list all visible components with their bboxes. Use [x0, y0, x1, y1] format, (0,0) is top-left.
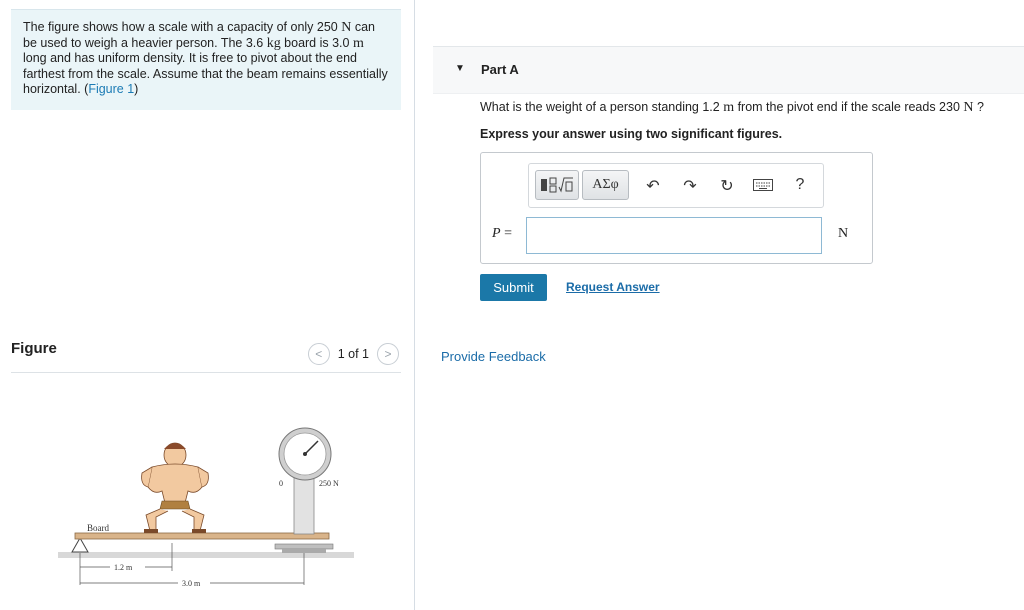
help-button[interactable]: ? — [790, 176, 810, 194]
chevron-right-icon[interactable]: > — [377, 343, 399, 365]
provide-feedback-link[interactable]: Provide Feedback — [441, 349, 546, 364]
answer-input[interactable] — [526, 217, 822, 254]
scale-board-figure: Board 0 250 N 1.2 m 3.0 m — [58, 427, 354, 588]
pivot-icon — [71, 536, 89, 553]
submit-button[interactable]: Submit — [480, 274, 547, 301]
answer-equals: = — [504, 226, 512, 241]
reset-circle-arrow-icon[interactable]: ↻ — [717, 176, 737, 196]
problem-statement: The figure shows how a scale with a capa… — [11, 9, 401, 110]
problem-text: The figure shows how a scale with a capa… — [23, 20, 342, 34]
part-a-title: Part A — [481, 62, 519, 77]
board — [74, 532, 330, 540]
math-toolbar: ΑΣφ ↶ ↷ ↻ ? — [528, 163, 824, 208]
person-figure — [141, 442, 209, 533]
request-answer-link[interactable]: Request Answer — [566, 280, 660, 294]
figure-title: Figure — [11, 340, 57, 357]
unit-meter: m — [352, 35, 364, 51]
problem-text: long and has uniform density. It is free… — [23, 51, 388, 96]
board-label: Board — [87, 523, 109, 533]
question-segment: ? — [973, 100, 984, 114]
problem-text: ) — [134, 82, 139, 96]
panel-divider — [414, 0, 415, 610]
scale-base — [274, 543, 334, 550]
figure-pager: < 1 of 1 > — [307, 343, 399, 365]
answer-box: ΑΣφ ↶ ↷ ↻ ? P = N — [480, 152, 873, 264]
chevron-left-icon[interactable]: < — [307, 343, 330, 365]
question-segment: What is the weight of a person standing … — [480, 100, 724, 114]
pager-text: 1 of 1 — [337, 347, 369, 361]
unit-newton: N — [963, 100, 974, 115]
figure-link[interactable]: Figure 1 — [88, 82, 134, 96]
answer-unit: N — [838, 226, 849, 241]
instruction-text: Express your answer using two significan… — [480, 127, 783, 141]
left-panel: The figure shows how a scale with a capa… — [0, 0, 414, 610]
question-segment: from the pivot end if the scale reads 23… — [734, 100, 964, 114]
unit-kg: kg — [266, 35, 281, 51]
answer-label: P = — [492, 226, 512, 242]
scale-zero-label: 0 — [279, 479, 283, 488]
part-a-header[interactable]: ▼ Part A — [433, 46, 1024, 94]
scale-foot — [282, 549, 326, 553]
triangle-down-icon[interactable]: ▼ — [455, 63, 465, 74]
unit-meter: m — [723, 100, 735, 115]
question-text: What is the weight of a person standing … — [480, 100, 984, 116]
scale-max-label: 250 N — [319, 479, 339, 488]
greek-symbols-button[interactable]: ΑΣφ — [582, 170, 629, 200]
figure-header: Figure < 1 of 1 > — [11, 340, 401, 373]
dimension-person-label: 1.2 m — [114, 563, 133, 572]
answer-variable: P — [492, 226, 501, 241]
problem-text: board is 3.0 — [280, 35, 353, 50]
dimension-board-label: 3.0 m — [182, 579, 201, 588]
undo-arrow-icon[interactable]: ↶ — [643, 176, 663, 196]
fraction-root-template-icon[interactable] — [535, 170, 579, 200]
redo-arrow-icon[interactable]: ↷ — [680, 176, 700, 196]
unit-newton: N — [341, 20, 352, 35]
keyboard-icon[interactable] — [753, 178, 773, 196]
